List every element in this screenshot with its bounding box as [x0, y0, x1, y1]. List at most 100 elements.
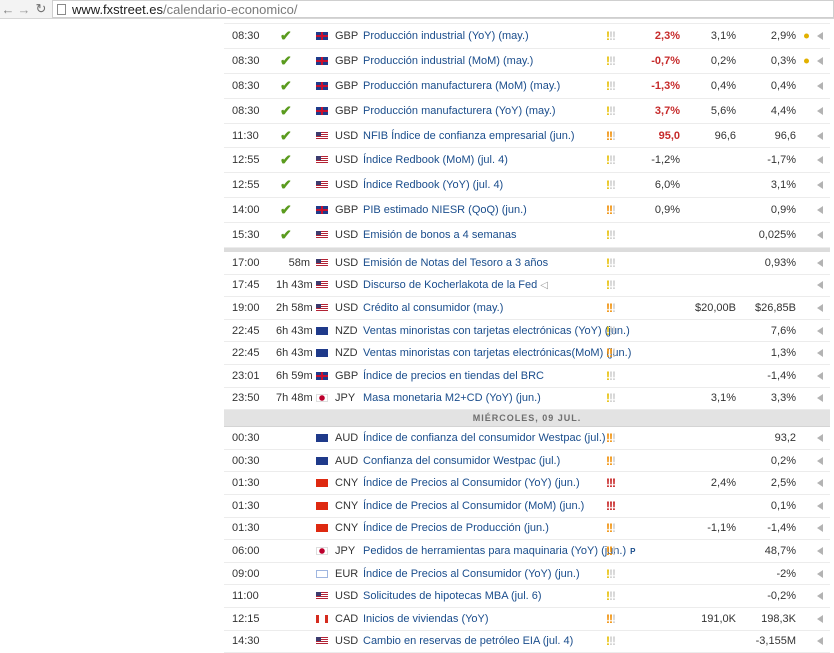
importance-icon: !!!: [606, 255, 616, 270]
expand-arrow-icon[interactable]: [817, 281, 823, 290]
forward-button[interactable]: →: [16, 0, 32, 18]
speech-icon: ◁: [540, 280, 548, 292]
event-name: Ventas minoristas con tarjetas electróni…: [363, 347, 632, 360]
event-row[interactable]: 17:45 1h 43m USD Discurso de Kocherlakota d…: [224, 274, 830, 298]
expand-arrow-icon[interactable]: [817, 456, 823, 465]
event-row[interactable]: 01:30 CNY Índice de Precios al Consumidor …: [224, 494, 830, 518]
event-row[interactable]: 19:00 2h 58m USD Crédito al consumidor (may…: [224, 297, 830, 320]
event-row[interactable]: 17:00 58m USD Emisión de Notas del Tesoro a…: [224, 252, 830, 275]
event-row[interactable]: 08:30 ✔ GBP Producción industrial (YoY) (ma…: [224, 24, 830, 49]
event-row[interactable]: 22:45 6h 43m NZD Ventas minoristas con tarj…: [224, 342, 830, 365]
expand-arrow-icon[interactable]: [817, 181, 823, 190]
expand-arrow-icon[interactable]: [817, 206, 823, 215]
event-row[interactable]: 15:30 ✔ USD Emisión de bonos a 4 semanas!!!…: [224, 223, 830, 249]
reload-button[interactable]: ↻: [32, 1, 50, 17]
event-name-link[interactable]: Índice de Precios al Consumidor (MoM) (j…: [363, 500, 584, 512]
expand-arrow-icon[interactable]: [817, 31, 823, 40]
event-name-link[interactable]: Ventas minoristas con tarjetas electróni…: [363, 325, 630, 337]
expand-arrow-icon[interactable]: [817, 371, 823, 380]
event-name: Discurso de Kocherlakota de la Fed: [363, 279, 538, 292]
event-row[interactable]: 14:00 ✔ GBP PIB estimado NIESR (QoQ) (jun.)…: [224, 198, 830, 224]
event-row[interactable]: 22:45 6h 43m NZD Ventas minoristas con tarj…: [224, 319, 830, 343]
expand-arrow-icon[interactable]: [817, 56, 823, 65]
event-row[interactable]: 08:30 ✔ GBP Producción manufacturera (MoM) …: [224, 73, 830, 99]
event-row[interactable]: 23:01 6h 59m GBP Índice de precios en tiend…: [224, 364, 830, 388]
event-name-link[interactable]: Masa monetaria M2+CD (YoY) (jun.): [363, 392, 541, 404]
event-name-link[interactable]: Inicios de viviendas (YoY): [363, 613, 489, 625]
event-name-link[interactable]: Producción manufacturera (MoM) (may.): [363, 80, 560, 92]
event-row[interactable]: 00:30 AUD Confianza del consumidor Westpac…: [224, 449, 830, 473]
expand-arrow-icon[interactable]: [817, 326, 823, 335]
event-currency: USD: [335, 179, 359, 192]
event-name-link[interactable]: PIB estimado NIESR (QoQ) (jun.): [363, 204, 527, 216]
event-name-link[interactable]: Emisión de Notas del Tesoro a 3 años: [363, 257, 548, 269]
event-row[interactable]: 14:30 USD Cambio en reservas de petróleo E…: [224, 630, 830, 653]
event-row[interactable]: 01:30 CNY Índice de Precios de Producción …: [224, 517, 830, 541]
event-name-link[interactable]: Índice de Precios de Producción (jun.): [363, 522, 549, 534]
event-name-link[interactable]: Índice Redbook (YoY) (jul. 4): [363, 179, 503, 191]
usd-flag-icon: [316, 231, 328, 240]
event-name-link[interactable]: NFIB Índice de confianza empresarial (ju…: [363, 130, 575, 142]
expand-arrow-icon[interactable]: [817, 231, 823, 240]
expand-arrow-icon[interactable]: [817, 81, 823, 90]
event-row[interactable]: 06:00 JPY Pedidos de herramientas para maq…: [224, 540, 830, 563]
event-row[interactable]: 23:50 7h 48m JPY Masa monetaria M2+CD (YoY)…: [224, 387, 830, 411]
event-row[interactable]: 11:30 ✔ USD NFIB Índice de confianza empres…: [224, 123, 830, 149]
event-row[interactable]: 11:00 USD Solicitudes de hipotecas MBA (ju…: [224, 585, 830, 608]
back-button[interactable]: ←: [0, 0, 16, 18]
event-time: 01:30: [232, 499, 260, 512]
event-forecast: 3,1%: [710, 29, 736, 42]
expand-arrow-icon[interactable]: [817, 524, 823, 533]
event-name-link[interactable]: Índice de Precios al Consumidor (YoY) (j…: [363, 477, 580, 489]
event-time: 00:30: [232, 431, 260, 444]
event-row[interactable]: 00:30 AUD Índice de confianza del consumid…: [224, 427, 830, 450]
expand-arrow-icon[interactable]: [817, 131, 823, 140]
expand-arrow-icon[interactable]: [817, 304, 823, 312]
event-name-link[interactable]: Ventas minoristas con tarjetas electróni…: [363, 347, 631, 359]
expand-arrow-icon[interactable]: [817, 569, 823, 578]
event-name-link[interactable]: Índice de confianza del consumidor Westp…: [363, 432, 606, 444]
event-name-link[interactable]: Solicitudes de hipotecas MBA (jul. 6): [363, 590, 542, 602]
event-row[interactable]: 08:30 ✔ GBP Producción manufacturera (YoY) …: [224, 98, 830, 124]
expand-arrow-icon[interactable]: [817, 546, 823, 555]
event-name-link[interactable]: Índice de precios en tiendas del BRC: [363, 370, 544, 382]
importance-icon: !!!: [606, 128, 616, 143]
event-name-link[interactable]: Producción industrial (YoY) (may.): [363, 30, 529, 42]
expand-arrow-icon[interactable]: [817, 156, 823, 165]
event-name-link[interactable]: Confianza del consumidor Westpac (jul.): [363, 455, 560, 467]
expand-arrow-icon[interactable]: [817, 394, 823, 403]
event-name-link[interactable]: Discurso de Kocherlakota de la Fed ◁: [363, 279, 548, 291]
gbp-flag-icon: [316, 206, 328, 215]
event-row[interactable]: 08:30 ✔ GBP Producción industrial (MoM) (ma…: [224, 48, 830, 74]
event-name-link[interactable]: Pedidos de herramientas para maquinaria …: [363, 545, 635, 557]
event-previous: 0,2%: [770, 454, 796, 467]
event-currency: GBP: [335, 79, 359, 92]
expand-arrow-icon[interactable]: [817, 349, 823, 358]
check-icon: ✔: [280, 201, 292, 218]
expand-arrow-icon[interactable]: [817, 614, 823, 623]
event-row[interactable]: 01:30 CNY Índice de Precios al Consumidor …: [224, 472, 830, 495]
event-name: Ventas minoristas con tarjetas electróni…: [363, 324, 630, 337]
expand-arrow-icon[interactable]: [817, 592, 823, 601]
expand-arrow-icon[interactable]: [817, 258, 823, 267]
importance-icon: !!!: [606, 78, 616, 93]
expand-arrow-icon[interactable]: [817, 637, 823, 646]
event-name-link[interactable]: Índice Redbook (MoM) (jul. 4): [363, 154, 508, 166]
expand-arrow-icon[interactable]: [817, 479, 823, 488]
expand-arrow-icon[interactable]: [817, 501, 823, 510]
expand-arrow-icon[interactable]: [817, 106, 823, 115]
event-row[interactable]: 12:15 CAD Inicios de viviendas (YoY)!!! 191…: [224, 607, 830, 631]
event-row[interactable]: 09:00 EUR Índice de Precios al Consumidor …: [224, 562, 830, 586]
event-row[interactable]: 12:55 ✔ USD Índice Redbook (MoM) (jul. 4)!!…: [224, 148, 830, 174]
event-name-link[interactable]: Emisión de bonos a 4 semanas: [363, 229, 516, 241]
event-name-link[interactable]: Índice de Precios al Consumidor (YoY) (j…: [363, 568, 580, 580]
event-name-link[interactable]: Crédito al consumidor (may.): [363, 302, 503, 314]
expand-arrow-icon[interactable]: [817, 433, 823, 442]
check-icon: ✔: [280, 52, 292, 69]
event-previous: -1,4%: [767, 369, 796, 382]
event-row[interactable]: 12:55 ✔ USD Índice Redbook (YoY) (jul. 4)!!…: [224, 173, 830, 199]
event-name-link[interactable]: Producción industrial (MoM) (may.): [363, 55, 533, 67]
address-bar[interactable]: www.fxstreet.es/calendario-economico/: [52, 0, 834, 18]
check-icon: ✔: [280, 127, 292, 143]
event-name-link[interactable]: Producción manufacturera (YoY) (may.): [363, 105, 556, 117]
